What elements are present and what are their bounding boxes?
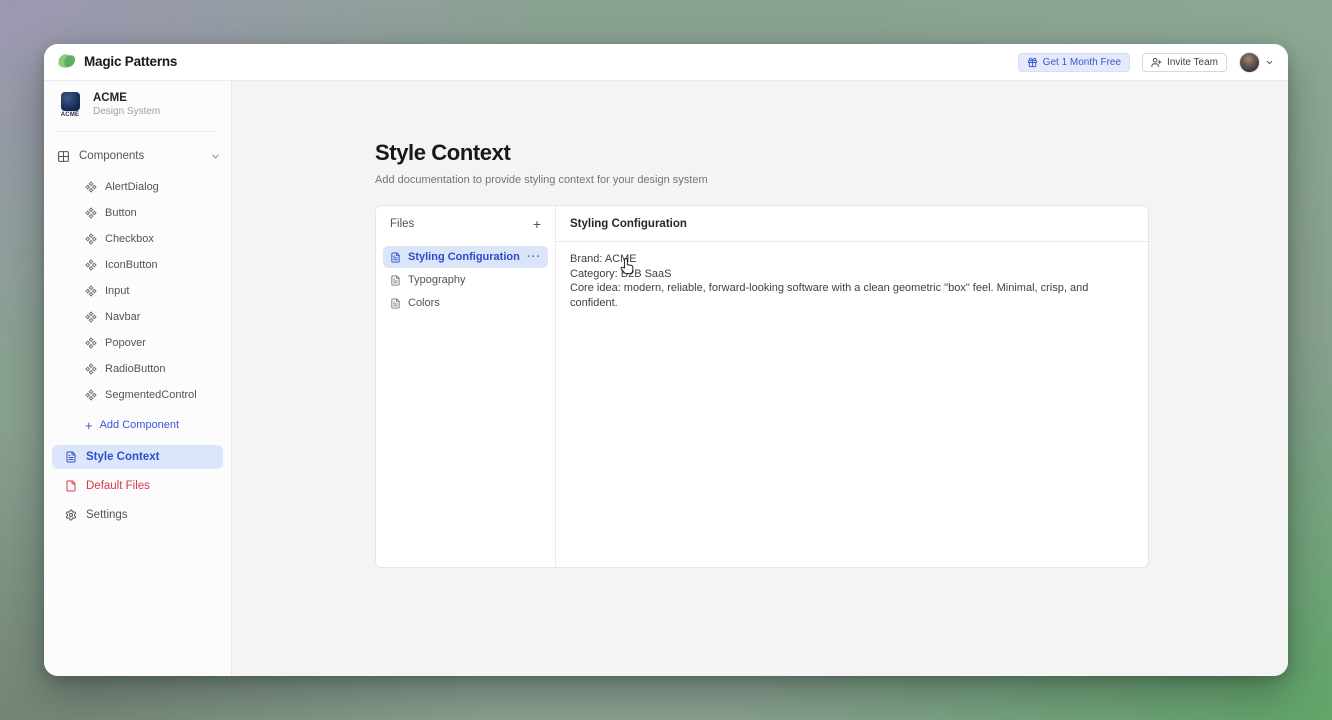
- file-text-icon: [390, 252, 401, 263]
- content-line: Core idea: modern, reliable, forward-loo…: [570, 281, 1128, 310]
- sidebar-item-input[interactable]: Input: [44, 278, 231, 304]
- acme-logo-caption: ACME: [61, 112, 79, 118]
- sidebar-item-alertdialog[interactable]: AlertDialog: [44, 174, 231, 200]
- gift-icon: [1027, 57, 1038, 68]
- component-icon: [85, 337, 97, 349]
- add-component-button[interactable]: + Add Component: [85, 412, 179, 438]
- sidebar-item-navbar[interactable]: Navbar: [44, 304, 231, 330]
- nav-label: Default Files: [86, 480, 150, 492]
- file-list: Styling Configuration ··· Typography C: [383, 246, 548, 315]
- sidebar-item-segmentedcontrol[interactable]: SegmentedControl: [44, 382, 231, 408]
- gear-icon: [65, 509, 77, 521]
- sidebar-nav: Style Context Default Files Settings: [52, 445, 223, 532]
- plus-icon: +: [85, 419, 93, 432]
- topbar-actions: Get 1 Month Free Invite Team: [1018, 44, 1274, 81]
- page-title: Style Context: [375, 140, 510, 166]
- content-panel-title: Styling Configuration: [570, 218, 687, 230]
- more-options-icon[interactable]: ···: [527, 251, 541, 263]
- chevron-down-icon: [1265, 58, 1274, 67]
- sidebar-divider: [57, 131, 218, 132]
- file-icon: [65, 480, 77, 492]
- sidebar-item-iconbutton[interactable]: IconButton: [44, 252, 231, 278]
- component-label: Input: [105, 285, 129, 297]
- sidebar-item-checkbox[interactable]: Checkbox: [44, 226, 231, 252]
- user-avatar[interactable]: [1239, 52, 1260, 73]
- sidebar-item-settings[interactable]: Settings: [52, 503, 223, 527]
- top-bar: Magic Patterns Get 1 Month Free Invite T…: [44, 44, 1288, 81]
- components-header-label: Components: [79, 150, 201, 162]
- sidebar-item-style-context[interactable]: Style Context: [52, 445, 223, 469]
- invite-team-button[interactable]: Invite Team: [1142, 53, 1227, 72]
- files-panel: Files + Styling Configuration ···: [376, 206, 556, 567]
- component-label: RadioButton: [105, 363, 166, 375]
- acme-logo-icon: [61, 92, 80, 111]
- content-panel-header: Styling Configuration: [556, 206, 1148, 242]
- workspace-name: ACME: [93, 92, 160, 105]
- component-label: AlertDialog: [105, 181, 159, 193]
- component-icon: [85, 285, 97, 297]
- get-month-free-button[interactable]: Get 1 Month Free: [1018, 53, 1130, 72]
- add-component-label: Add Component: [100, 419, 180, 431]
- nav-label: Style Context: [86, 451, 160, 463]
- workspace-logo: ACME: [57, 92, 83, 120]
- files-header-label: Files: [390, 218, 533, 230]
- sidebar-item-radiobutton[interactable]: RadioButton: [44, 356, 231, 382]
- component-icon: [85, 259, 97, 271]
- get-month-free-label: Get 1 Month Free: [1043, 57, 1121, 68]
- file-item-styling-configuration[interactable]: Styling Configuration ···: [383, 246, 548, 268]
- file-name: Styling Configuration: [408, 251, 520, 263]
- brand-name: Magic Patterns: [84, 54, 177, 69]
- nav-label: Settings: [86, 509, 128, 521]
- invite-team-label: Invite Team: [1167, 57, 1218, 68]
- components-list: AlertDialog Button Checkbox IconButton I…: [44, 174, 231, 408]
- file-text-icon: [390, 298, 401, 309]
- user-menu[interactable]: [1239, 52, 1274, 73]
- main-content: Style Context Add documentation to provi…: [232, 81, 1288, 676]
- component-icon: [85, 363, 97, 375]
- component-icon: [85, 207, 97, 219]
- component-label: SegmentedControl: [105, 389, 197, 401]
- file-item-typography[interactable]: Typography: [383, 269, 548, 291]
- content-body: Brand: ACME Category: B2B SaaS Core idea…: [570, 252, 1128, 310]
- component-label: Button: [105, 207, 137, 219]
- component-icon: [85, 181, 97, 193]
- chevron-down-icon: [210, 151, 221, 162]
- file-item-colors[interactable]: Colors: [383, 292, 548, 314]
- component-icon: [85, 389, 97, 401]
- app-window: Magic Patterns Get 1 Month Free Invite T…: [44, 44, 1288, 676]
- page-subtitle: Add documentation to provide styling con…: [375, 174, 708, 186]
- content-line: Brand: ACME: [570, 252, 1128, 267]
- component-icon: [85, 311, 97, 323]
- sidebar-item-button[interactable]: Button: [44, 200, 231, 226]
- workspace-subtitle: Design System: [93, 106, 160, 118]
- sidebar: ACME ACME Design System Components Alert…: [44, 81, 232, 676]
- component-label: Checkbox: [105, 233, 154, 245]
- component-label: Navbar: [105, 311, 140, 323]
- style-context-card: Files + Styling Configuration ···: [375, 205, 1149, 568]
- component-label: Popover: [105, 337, 146, 349]
- user-plus-icon: [1151, 57, 1162, 68]
- add-file-button[interactable]: +: [533, 217, 541, 231]
- file-name: Colors: [408, 297, 541, 309]
- workspace-switcher[interactable]: ACME ACME Design System: [57, 92, 160, 120]
- sidebar-item-default-files[interactable]: Default Files: [52, 474, 223, 498]
- grid-icon: [57, 150, 70, 163]
- brand-logo[interactable]: Magic Patterns: [57, 52, 177, 70]
- components-section-toggle[interactable]: Components: [57, 144, 221, 168]
- component-label: IconButton: [105, 259, 158, 271]
- sidebar-item-popover[interactable]: Popover: [44, 330, 231, 356]
- magic-patterns-logo-icon: [57, 52, 77, 70]
- file-text-icon: [65, 451, 77, 463]
- files-panel-header: Files +: [376, 206, 555, 242]
- content-line: Category: B2B SaaS: [570, 267, 1128, 282]
- file-name: Typography: [408, 274, 541, 286]
- component-icon: [85, 233, 97, 245]
- file-text-icon: [390, 275, 401, 286]
